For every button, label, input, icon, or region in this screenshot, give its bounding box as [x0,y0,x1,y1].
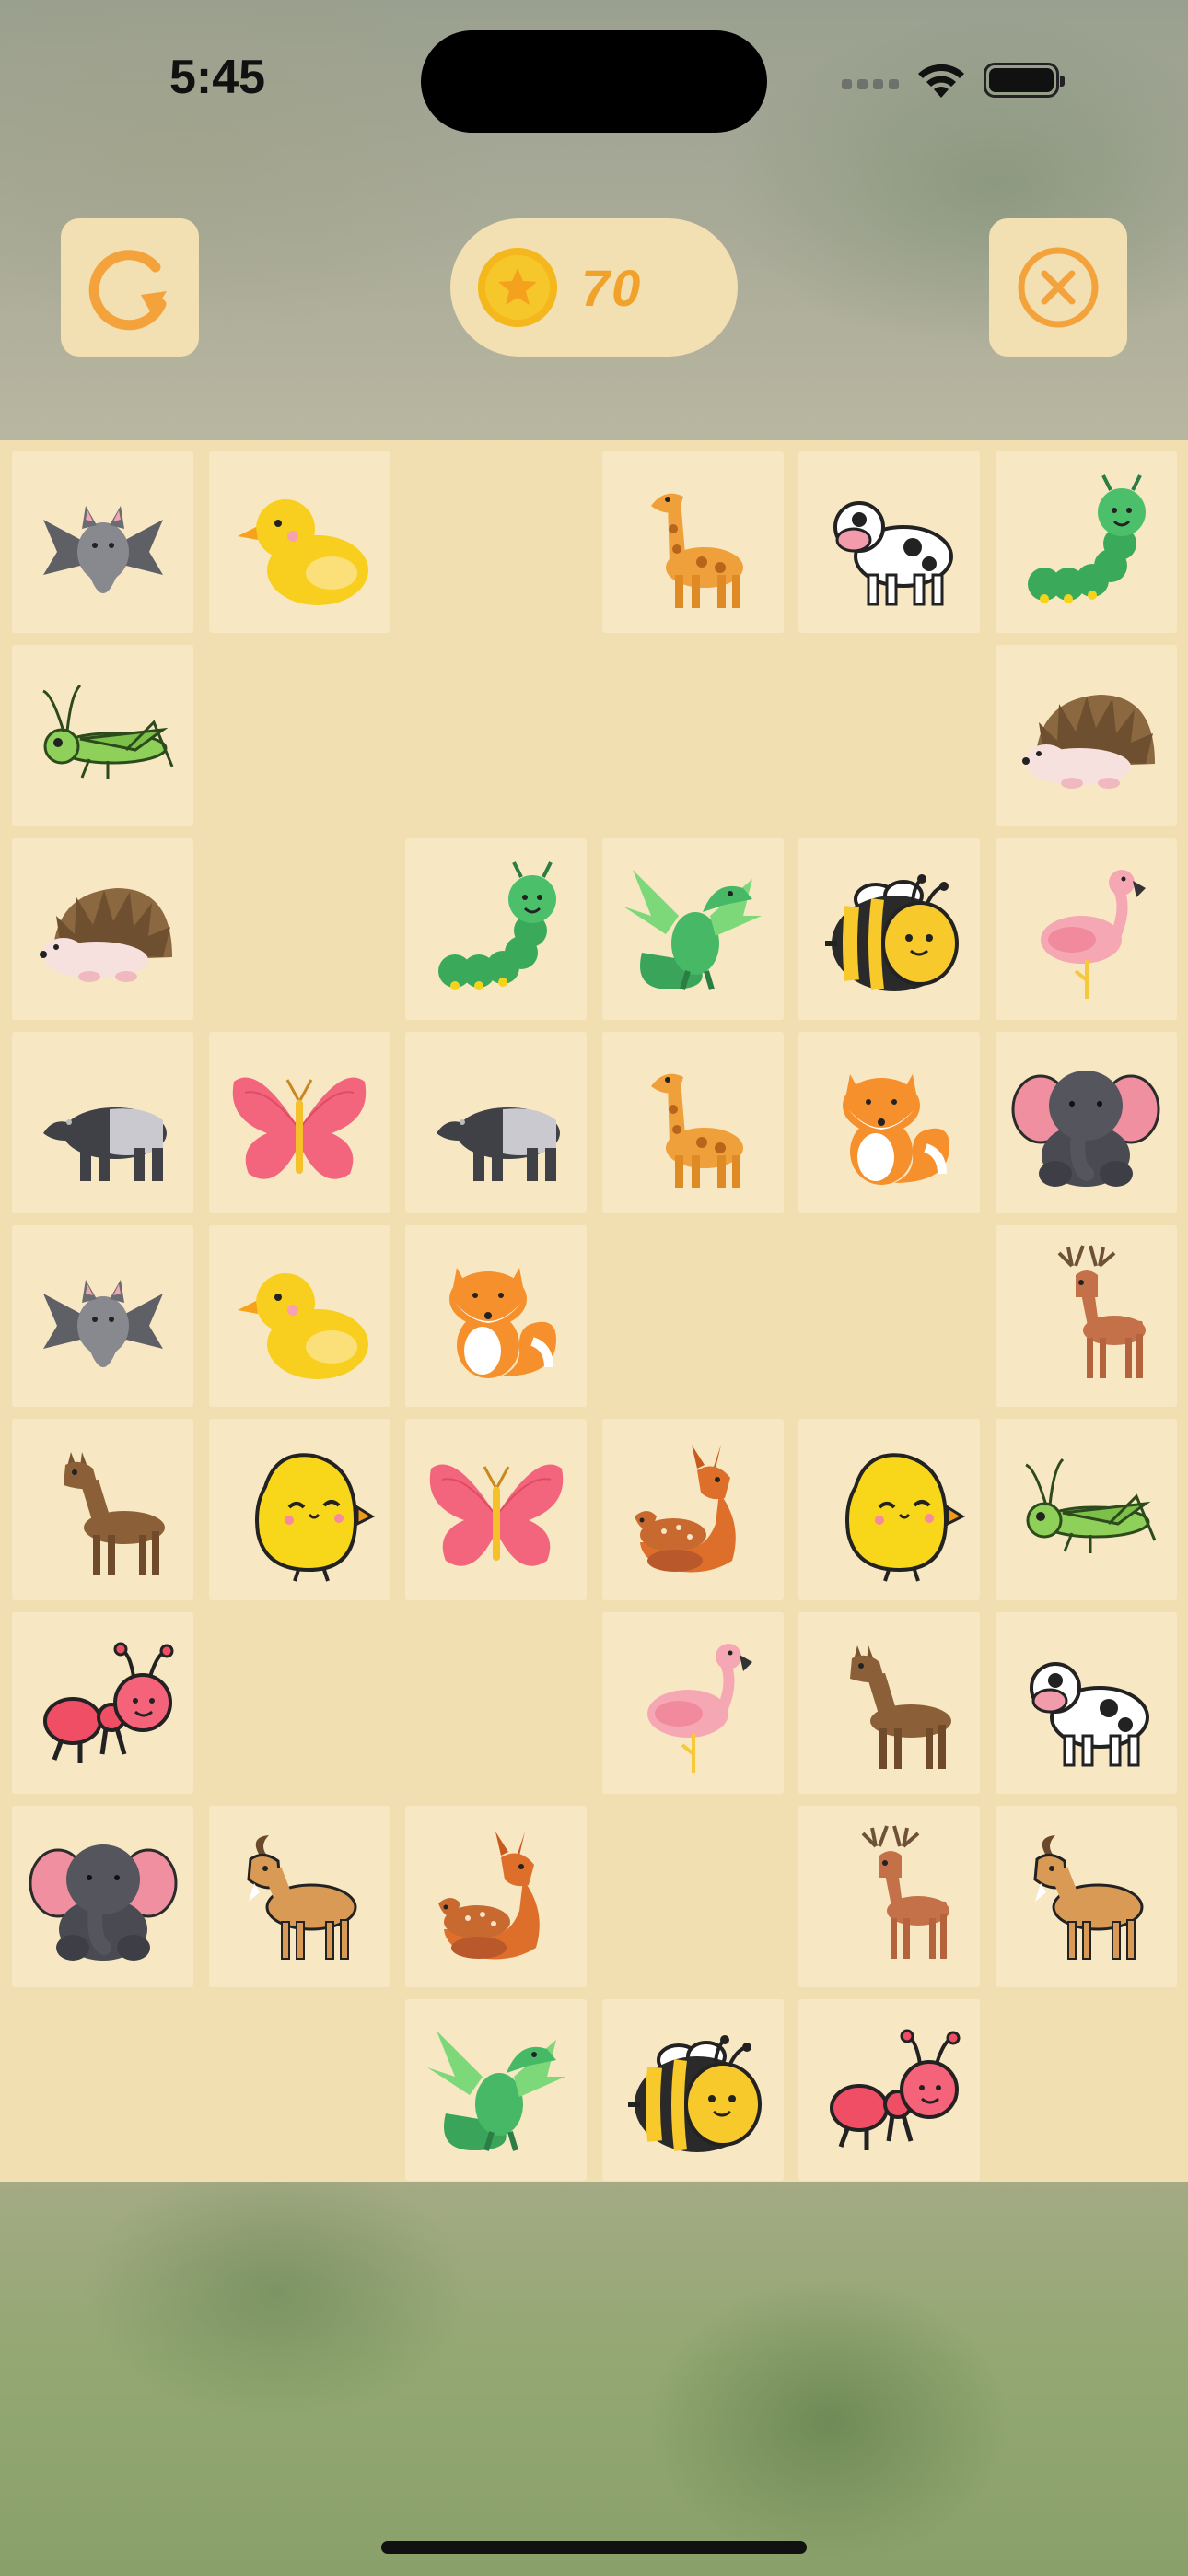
tile-caterpillar[interactable] [995,451,1177,633]
restart-icon [88,250,167,331]
elephant-icon [1011,1070,1160,1187]
tapir-icon [42,1107,167,1181]
restart-button[interactable] [61,218,199,357]
duck-icon [238,1272,368,1379]
llama-icon [849,1645,951,1769]
tile-goat[interactable] [995,1806,1177,1987]
tile-grasshopper[interactable] [995,1419,1177,1600]
close-icon [1018,247,1099,328]
tile-fawns[interactable] [405,1806,587,1987]
butterfly-icon [232,1077,367,1179]
llama-icon [63,1451,165,1575]
bee-icon [824,873,959,991]
bat-icon [42,1279,163,1367]
elephant-icon [29,1844,177,1961]
tile-tapir[interactable] [405,1032,587,1213]
goat-icon [1033,1834,1144,1960]
tile-bee[interactable] [798,838,980,1020]
chick-icon [844,1452,965,1582]
dragon-icon [426,2030,565,2151]
tile-llama[interactable] [798,1612,980,1794]
tile-deer[interactable] [995,1225,1177,1407]
deer-icon [861,1824,949,1959]
tile-flamingo[interactable] [995,838,1177,1020]
status-time: 5:45 [169,51,266,104]
tile-elephant[interactable] [12,1806,193,1987]
hedgehog-icon [1022,694,1155,789]
ant-icon [829,2029,960,2150]
dragon-icon [623,869,762,990]
tile-bee[interactable] [601,1999,784,2181]
tile-goat[interactable] [208,1806,390,1987]
tile-caterpillar[interactable] [405,838,587,1020]
tile-chick[interactable] [798,1419,980,1600]
caterpillar-icon [437,861,556,990]
tile-bat[interactable] [12,1225,193,1407]
home-indicator[interactable] [381,2541,807,2554]
tile-fox[interactable] [798,1032,980,1213]
tile-ant[interactable] [12,1612,193,1794]
tile-elephant[interactable] [995,1032,1177,1213]
tile-butterfly[interactable] [208,1032,390,1213]
tile-bat[interactable] [12,451,193,633]
tile-dragon[interactable] [601,838,784,1020]
tile-grasshopper[interactable] [12,645,193,826]
tapir-icon [436,1107,560,1181]
tile-cow[interactable] [798,451,980,633]
tile-butterfly[interactable] [405,1419,587,1600]
chick-icon [255,1452,376,1582]
tile-dragon[interactable] [405,1999,587,2181]
hedgehog-icon [39,887,172,982]
caterpillar-icon [1028,474,1146,603]
fawns-icon [437,1831,540,1959]
tile-giraffe[interactable] [601,1032,784,1213]
bottom-background [0,2182,1188,2576]
tile-tapir[interactable] [12,1032,193,1213]
fox-icon [448,1267,556,1378]
bee-icon [628,2034,762,2152]
tile-fawns[interactable] [601,1419,784,1600]
coin-star-icon [478,248,557,327]
ant-icon [42,1642,173,1763]
tile-ant[interactable] [798,1999,980,2181]
bat-icon [42,505,163,593]
deer-icon [1057,1244,1146,1378]
grasshopper-icon [41,684,173,779]
giraffe-icon [651,1073,743,1188]
wifi-icon [918,64,964,98]
fox-icon [842,1073,949,1185]
fawns-icon [635,1444,736,1572]
butterfly-icon [429,1464,563,1566]
tile-hedgehog[interactable] [12,838,193,1020]
cellular-signal-icon [842,71,899,89]
tile-deer[interactable] [798,1806,980,1987]
tile-duck[interactable] [208,1225,390,1407]
status-icons [842,57,1065,103]
giraffe-icon [651,493,743,608]
dynamic-island [421,30,767,133]
close-button[interactable] [989,218,1127,357]
coin-count: 70 [581,258,643,317]
tile-llama[interactable] [12,1419,193,1600]
coin-counter: 70 [450,218,738,357]
tile-flamingo[interactable] [601,1612,784,1794]
flamingo-icon [647,1643,752,1773]
game-board [0,440,1188,2182]
tile-cow[interactable] [995,1612,1177,1794]
goat-icon [247,1834,357,1960]
duck-icon [238,498,368,605]
tile-chick[interactable] [208,1419,390,1600]
tile-duck[interactable] [208,451,390,633]
battery-icon [984,63,1065,98]
cow-icon [1030,1661,1149,1766]
tile-fox[interactable] [405,1225,587,1407]
flamingo-icon [1041,869,1146,999]
tile-hedgehog[interactable] [995,645,1177,826]
cow-icon [833,500,953,605]
grasshopper-icon [1025,1458,1157,1553]
tile-giraffe[interactable] [601,451,784,633]
